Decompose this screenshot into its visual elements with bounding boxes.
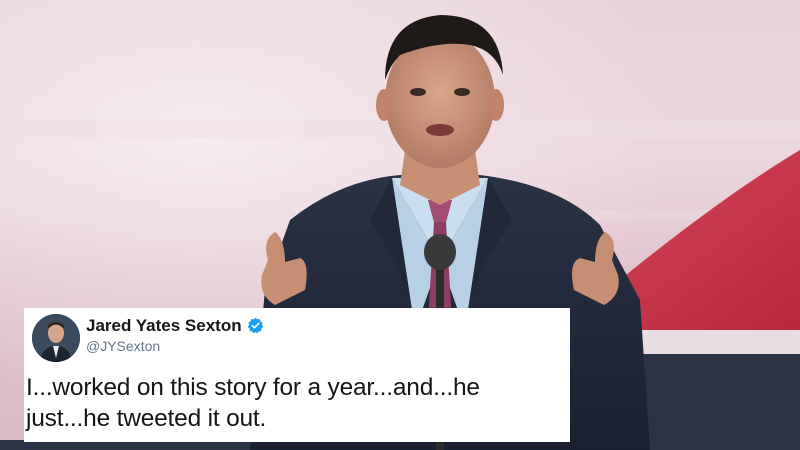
tweet-card: Jared Yates Sexton @JYSexton I...worked … (24, 308, 570, 442)
tweet-text: I...worked on this story for a year...an… (26, 374, 480, 432)
author-name[interactable]: Jared Yates Sexton (86, 316, 264, 339)
author-handle[interactable]: @JYSexton (86, 338, 160, 354)
author-avatar[interactable] (32, 314, 80, 362)
verified-badge-icon (247, 317, 264, 339)
